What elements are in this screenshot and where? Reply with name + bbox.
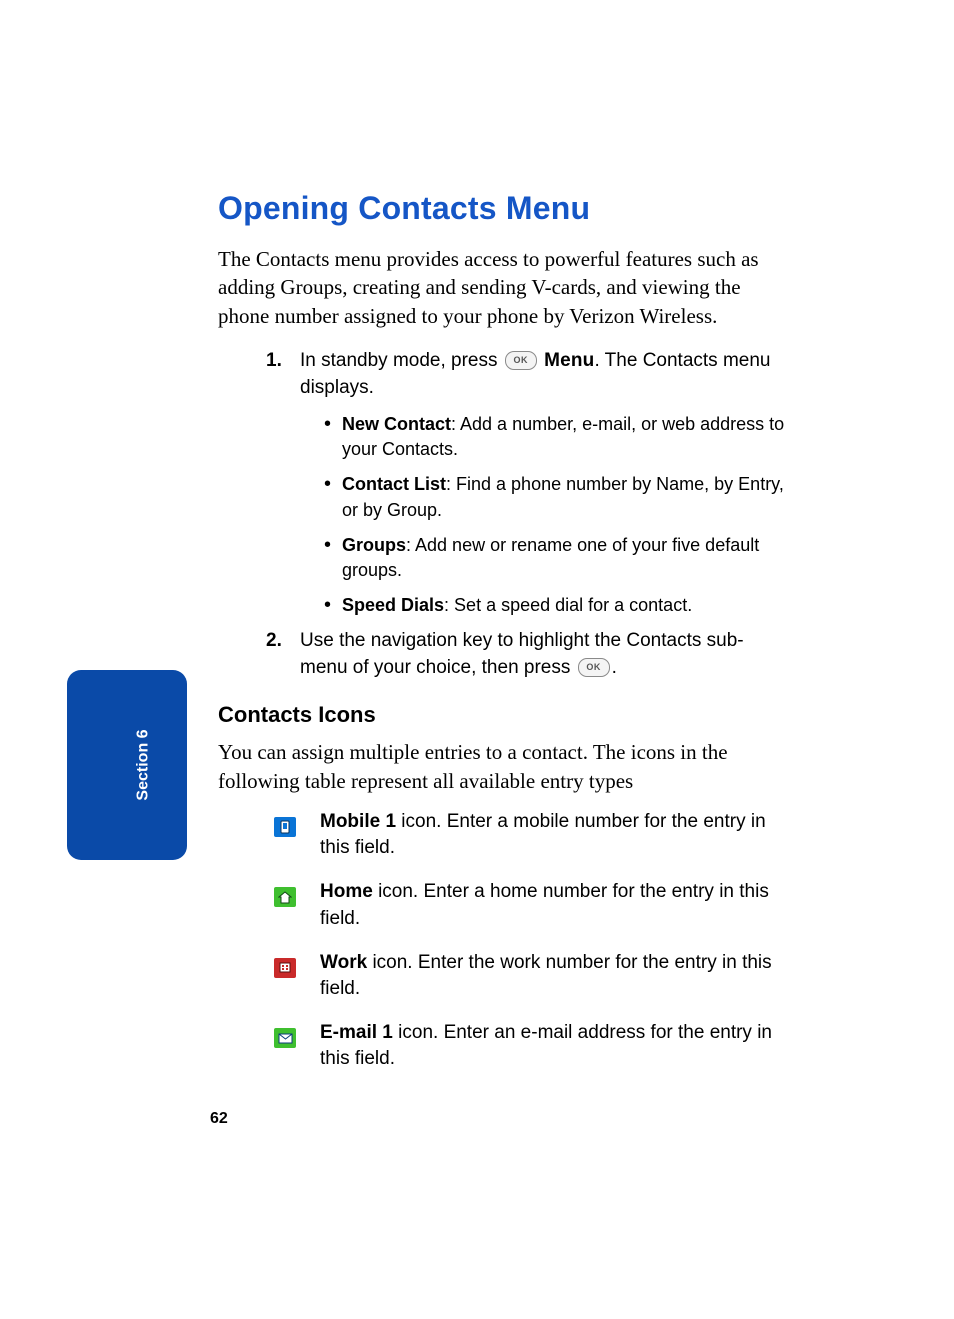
icon-desc: Home icon. Enter a home number for the e… (320, 879, 788, 931)
work-icon (274, 958, 296, 978)
step-1: 1. In standby mode, press OK Menu. The C… (272, 348, 788, 618)
section-tab: Section 6 (67, 670, 187, 860)
bullet-label: New Contact (342, 414, 451, 434)
icon-row-mobile-1: Mobile 1 icon. Enter a mobile number for… (274, 809, 788, 861)
step-pre: In standby mode, press (300, 350, 503, 371)
icon-row-home: Home icon. Enter a home number for the e… (274, 879, 788, 931)
bullet-desc: : Set a speed dial for a contact. (444, 595, 692, 615)
bullet-label: Groups (342, 535, 406, 555)
icon-desc: E-mail 1 icon. Enter an e-mail address f… (320, 1020, 788, 1072)
email-1-icon (274, 1028, 296, 1048)
icon-row-work: Work icon. Enter the work number for the… (274, 950, 788, 1002)
icon-cell (274, 950, 320, 978)
page-title: Opening Contacts Menu (218, 190, 788, 227)
step-number: 1. (266, 348, 282, 375)
step-text: In standby mode, press OK Menu. The Cont… (300, 350, 771, 398)
icon-label: E-mail 1 (320, 1022, 393, 1043)
icon-desc: Work icon. Enter the work number for the… (320, 950, 788, 1002)
bullet-new-contact: New Contact: Add a number, e-mail, or we… (324, 412, 788, 462)
page-number: 62 (210, 1110, 228, 1128)
step-post: . (612, 657, 617, 678)
icon-cell (274, 809, 320, 837)
intro-paragraph: The Contacts menu provides access to pow… (218, 245, 788, 330)
step-2: 2. Use the navigation key to highlight t… (272, 628, 788, 682)
icon-text: icon. Enter the work number for the entr… (320, 952, 772, 999)
step-bold: Menu (544, 350, 594, 371)
icon-text: icon. Enter a home number for the entry … (320, 881, 769, 928)
icon-desc: Mobile 1 icon. Enter a mobile number for… (320, 809, 788, 861)
manual-page: Section 6 Opening Contacts Menu The Cont… (0, 0, 954, 1319)
step-list: 1. In standby mode, press OK Menu. The C… (218, 348, 788, 682)
mobile-1-icon (274, 817, 296, 837)
icon-table: Mobile 1 icon. Enter a mobile number for… (274, 809, 788, 1073)
step-number: 2. (266, 628, 282, 655)
bullet-speed-dials: Speed Dials: Set a speed dial for a cont… (324, 593, 788, 618)
step-text: Use the navigation key to highlight the … (300, 630, 744, 678)
icon-row-email-1: E-mail 1 icon. Enter an e-mail address f… (274, 1020, 788, 1072)
icon-label: Work (320, 952, 367, 973)
contacts-icons-intro: You can assign multiple entries to a con… (218, 738, 788, 795)
home-icon (274, 887, 296, 907)
section-tab-label: Section 6 (134, 729, 152, 800)
bullet-label: Contact List (342, 474, 446, 494)
bullet-label: Speed Dials (342, 595, 444, 615)
step-1-bullets: New Contact: Add a number, e-mail, or we… (300, 412, 788, 618)
contacts-icons-heading: Contacts Icons (218, 702, 788, 728)
icon-label: Mobile 1 (320, 811, 396, 832)
icon-cell (274, 879, 320, 907)
step-pre: Use the navigation key to highlight the … (300, 630, 744, 678)
bullet-contact-list: Contact List: Find a phone number by Nam… (324, 472, 788, 522)
bullet-groups: Groups: Add new or rename one of your fi… (324, 533, 788, 583)
icon-label: Home (320, 881, 373, 902)
page-content: Opening Contacts Menu The Contacts menu … (218, 190, 788, 1091)
icon-cell (274, 1020, 320, 1048)
ok-button-icon: OK (578, 658, 610, 677)
ok-button-icon: OK (505, 351, 537, 370)
